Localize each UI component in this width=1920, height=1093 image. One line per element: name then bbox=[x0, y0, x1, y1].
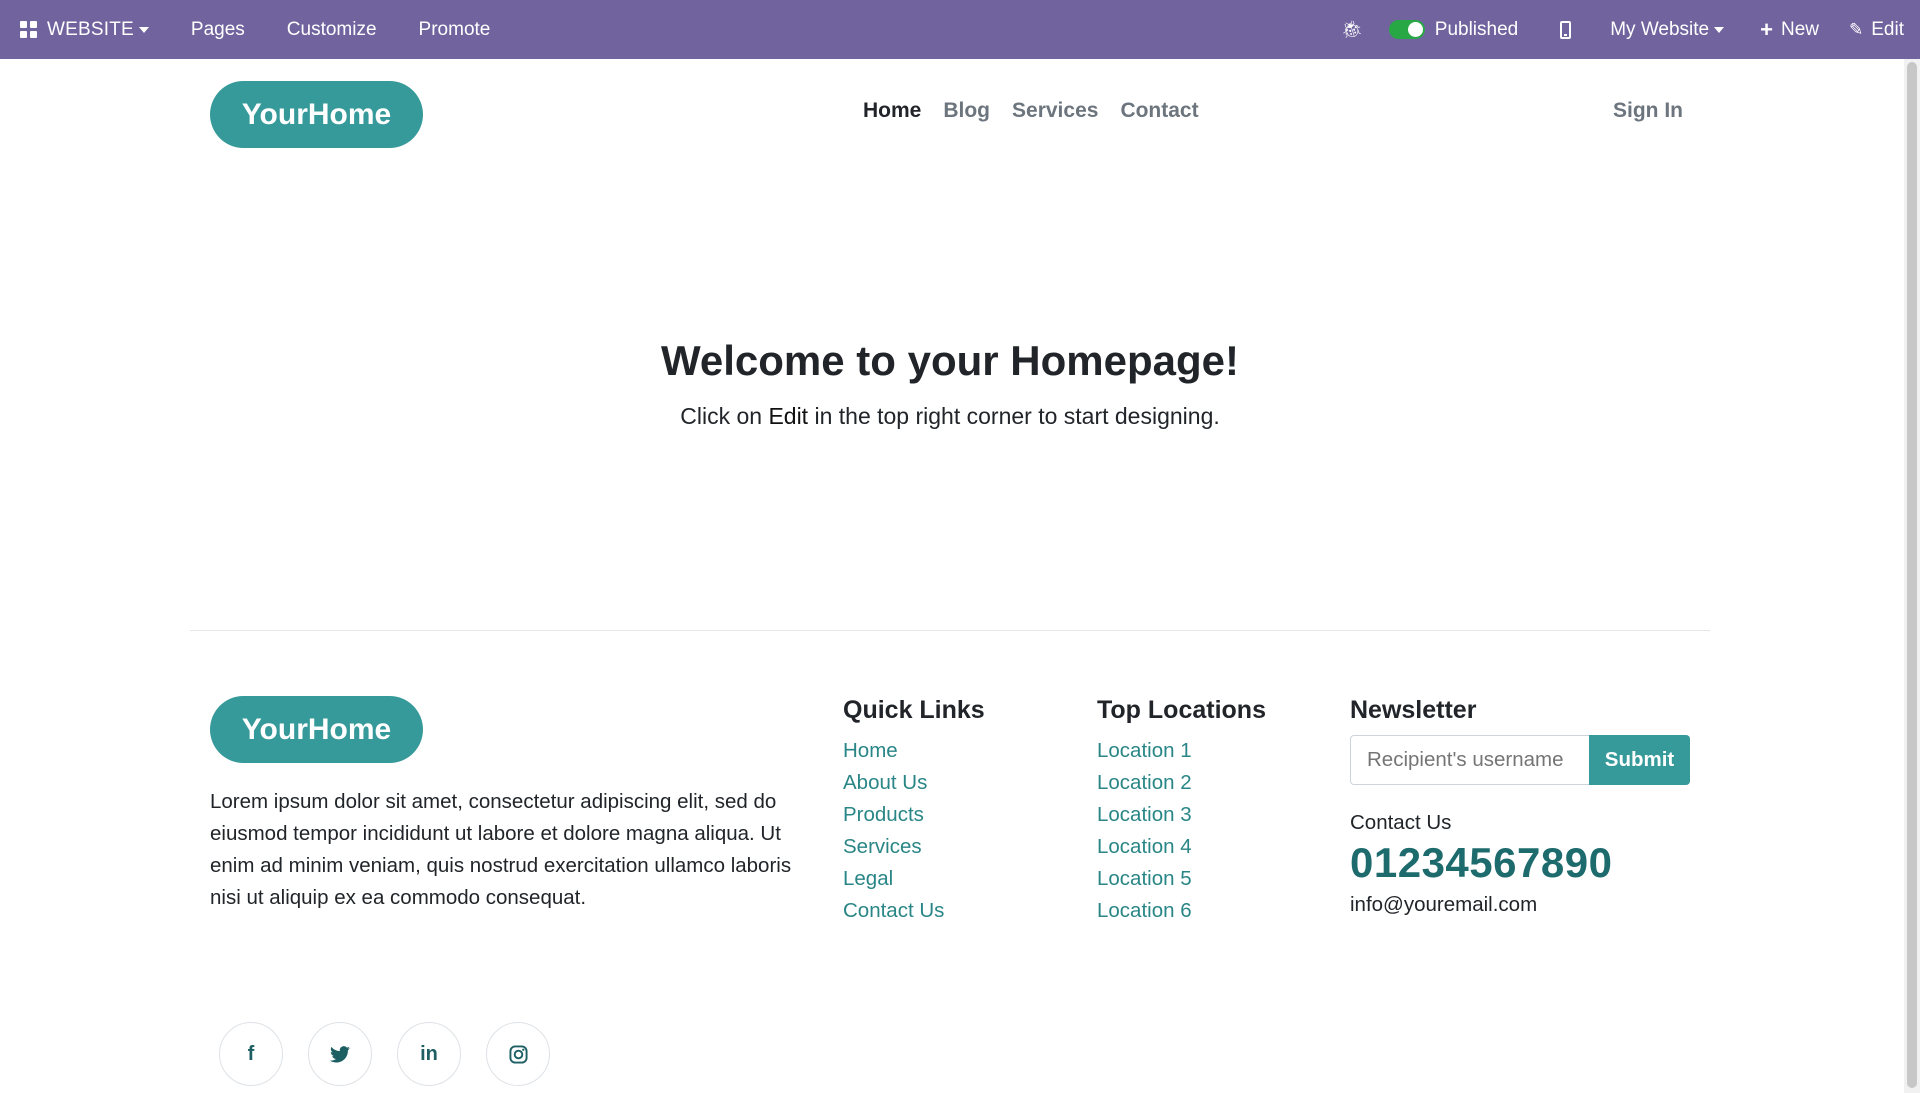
newsletter-column: Newsletter Submit Contact Us 01234567890… bbox=[1350, 696, 1690, 917]
mobile-icon bbox=[1560, 20, 1572, 39]
admin-navbar: WEBSITE Pages Customize Promote 🐞︎ Publi… bbox=[0, 0, 1920, 59]
promote-menu[interactable]: Promote bbox=[398, 0, 512, 59]
debug-button[interactable]: 🐞︎ bbox=[1320, 0, 1384, 59]
nav-contact[interactable]: Contact bbox=[1120, 99, 1198, 123]
bug-icon: 🐞︎ bbox=[1341, 19, 1363, 39]
location-link[interactable]: Location 2 bbox=[1097, 767, 1266, 799]
top-locations-column: Top Locations Location 1 Location 2 Loca… bbox=[1097, 696, 1266, 927]
quick-links-column: Quick Links Home About Us Products Servi… bbox=[843, 696, 985, 927]
mobile-preview-button[interactable] bbox=[1539, 0, 1592, 59]
linkedin-icon[interactable]: in bbox=[397, 1022, 461, 1086]
contact-us-label: Contact Us bbox=[1350, 811, 1452, 834]
chevron-down-icon bbox=[138, 26, 149, 33]
plus-icon: + bbox=[1760, 16, 1773, 42]
website-page: YourHome Home Blog Services Contact Sign… bbox=[0, 59, 1904, 1093]
published-label: Published bbox=[1434, 18, 1519, 40]
instagram-icon[interactable] bbox=[486, 1022, 550, 1086]
newsletter-title: Newsletter bbox=[1350, 696, 1477, 724]
new-label: New bbox=[1780, 18, 1819, 40]
location-link[interactable]: Location 6 bbox=[1097, 895, 1266, 927]
quick-link-contact[interactable]: Contact Us bbox=[843, 895, 985, 927]
newsletter-email-input[interactable] bbox=[1350, 735, 1589, 785]
site-logo[interactable]: YourHome bbox=[210, 81, 423, 148]
footer-divider bbox=[190, 630, 1710, 631]
footer-logo[interactable]: YourHome bbox=[210, 696, 423, 763]
facebook-icon[interactable]: f bbox=[219, 1022, 283, 1086]
main-nav: Home Blog Services Contact bbox=[863, 99, 1199, 123]
top-locations-title: Top Locations bbox=[1097, 696, 1266, 724]
location-link[interactable]: Location 3 bbox=[1097, 799, 1266, 831]
location-link[interactable]: Location 1 bbox=[1097, 735, 1266, 767]
website-brand-label: WEBSITE bbox=[47, 18, 134, 40]
publish-toggle[interactable]: Published bbox=[1384, 0, 1539, 59]
quick-link-about[interactable]: About Us bbox=[843, 767, 985, 799]
hero-subtitle-edit: Edit bbox=[768, 403, 809, 429]
hero-subtitle-after: in the top right corner to start designi… bbox=[808, 403, 1220, 429]
new-button[interactable]: + New bbox=[1745, 0, 1834, 59]
newsletter-submit-button[interactable]: Submit bbox=[1589, 735, 1690, 785]
hero-title: Welcome to your Homepage! bbox=[661, 337, 1239, 384]
website-switcher[interactable]: My Website bbox=[1592, 0, 1745, 59]
hero-section: Welcome to your Homepage! Click on Edit … bbox=[0, 337, 1900, 430]
social-links: f in bbox=[219, 1022, 550, 1086]
quick-link-services[interactable]: Services bbox=[843, 831, 985, 863]
quick-link-legal[interactable]: Legal bbox=[843, 863, 985, 895]
contact-phone[interactable]: 01234567890 bbox=[1350, 839, 1690, 887]
site-header: YourHome Home Blog Services Contact Sign… bbox=[0, 59, 1904, 171]
website-apps-menu[interactable]: WEBSITE bbox=[20, 0, 170, 59]
hero-subtitle: Click on Edit in the top right corner to… bbox=[0, 403, 1900, 430]
edit-button[interactable]: ✎ Edit bbox=[1834, 0, 1904, 59]
contact-email[interactable]: info@youremail.com bbox=[1350, 893, 1690, 917]
twitter-icon[interactable] bbox=[308, 1022, 372, 1086]
sign-in-link[interactable]: Sign In bbox=[1613, 99, 1683, 123]
nav-services[interactable]: Services bbox=[1012, 99, 1098, 123]
edit-label: Edit bbox=[1871, 18, 1904, 40]
location-link[interactable]: Location 4 bbox=[1097, 831, 1266, 863]
location-link[interactable]: Location 5 bbox=[1097, 863, 1266, 895]
quick-links-title: Quick Links bbox=[843, 696, 985, 724]
toggle-switch-icon bbox=[1388, 20, 1425, 39]
quick-link-products[interactable]: Products bbox=[843, 799, 985, 831]
pencil-icon: ✎ bbox=[1849, 19, 1864, 39]
customize-menu[interactable]: Customize bbox=[266, 0, 398, 59]
hero-subtitle-before: Click on bbox=[680, 403, 769, 429]
apps-grid-icon bbox=[20, 21, 37, 38]
nav-blog[interactable]: Blog bbox=[943, 99, 990, 123]
quick-link-home[interactable]: Home bbox=[843, 735, 985, 767]
newsletter-form: Submit bbox=[1350, 735, 1690, 785]
pages-menu[interactable]: Pages bbox=[170, 0, 266, 59]
nav-home[interactable]: Home bbox=[863, 99, 921, 123]
chevron-down-icon bbox=[1714, 26, 1725, 33]
page-scrollbar-thumb[interactable] bbox=[1907, 62, 1917, 1088]
website-switcher-label: My Website bbox=[1610, 18, 1710, 40]
footer-about-text: Lorem ipsum dolor sit amet, consectetur … bbox=[210, 790, 792, 909]
